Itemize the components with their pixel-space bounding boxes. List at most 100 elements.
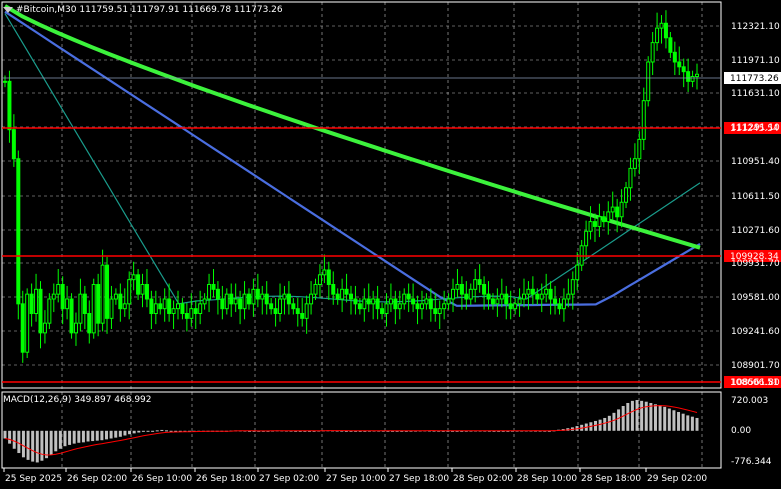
time-tick-label: 28 Sep 18:00 (581, 474, 641, 484)
candle-body (628, 167, 633, 189)
price-tick-label: 109241.60 (731, 327, 780, 337)
candle-body (113, 293, 118, 300)
candle-body (96, 283, 101, 324)
macd-label: MACD(12,26,9) 349.897 468.992 (3, 395, 152, 405)
candle-body (118, 293, 123, 310)
macd-bar (12, 430, 16, 449)
candle-body (553, 298, 558, 305)
candle-body (437, 308, 442, 315)
macd-bar (3, 430, 7, 439)
candle-body (193, 308, 198, 315)
candle-body (668, 37, 673, 53)
macd-bar (626, 402, 630, 431)
time-tick-label: 28 Sep 02:00 (453, 474, 513, 484)
candle-body (242, 293, 247, 310)
candle-body (632, 158, 637, 169)
macd-bar (146, 430, 150, 432)
candle-body (211, 283, 216, 290)
macd-bar (658, 405, 662, 431)
price-tick-label: 108561.80 (731, 378, 780, 388)
macd-tick-label: -776.344 (731, 457, 772, 467)
candle-body (606, 211, 611, 223)
timeframe-label: M30 (57, 5, 77, 15)
candle-body (269, 303, 274, 310)
candle-body (499, 293, 504, 300)
candle-body (535, 293, 540, 300)
candle-body (366, 298, 371, 305)
candle-body (273, 308, 278, 315)
candle-body (539, 293, 544, 300)
candle-body (25, 293, 30, 353)
candle-body (371, 298, 376, 305)
candle-body (136, 274, 141, 295)
candle-body (167, 298, 172, 315)
candle-body (402, 293, 407, 305)
time-tick-label: 26 Sep 02:00 (67, 474, 127, 484)
time-tick-label: 26 Sep 18:00 (196, 474, 256, 484)
macd-bar (151, 430, 155, 432)
macd-bar (114, 430, 118, 438)
macd-bar (635, 400, 639, 431)
macd-bar (128, 430, 132, 435)
chart-canvas[interactable]: 111245.54109928.34108606.51 112321.10111… (0, 0, 781, 489)
candle-body (295, 308, 300, 315)
chart-header: #Bitcoin, M30 111759.51 111797.91 111669.… (3, 3, 283, 17)
chart-menu-icon[interactable] (3, 7, 13, 13)
candle-body (144, 283, 149, 300)
macd-bar (160, 429, 164, 431)
candle-body (424, 298, 429, 305)
candle-body (641, 100, 646, 140)
candle-body (105, 264, 110, 319)
candle-body (7, 80, 12, 131)
candle-body (73, 322, 78, 334)
candle-body (309, 293, 314, 305)
macd-bar (31, 430, 35, 462)
candle-body (397, 303, 402, 310)
candle-body (291, 303, 296, 310)
macd-bar (109, 430, 113, 439)
macd-bar (630, 400, 634, 431)
candle-body (548, 288, 553, 300)
macd-bar (77, 430, 81, 443)
price-tick-label: 112321.10 (731, 22, 780, 32)
candle-body (158, 303, 163, 310)
macd-bar (17, 430, 21, 454)
candle-body (655, 27, 660, 44)
candle-body (51, 293, 56, 300)
symbol-label: #Bitcoin (16, 5, 55, 15)
candle-body (442, 303, 447, 310)
candle-body (464, 293, 469, 300)
time-tick-label: 27 Sep 18:00 (389, 474, 449, 484)
candle-body (637, 138, 642, 160)
candle-body (65, 298, 70, 310)
macd-bar (667, 408, 671, 431)
candle-body (202, 298, 207, 305)
macd-tick-label: 720.003 (731, 396, 768, 406)
candle-body (473, 279, 478, 290)
candle-body (300, 313, 305, 319)
macd-bar (40, 430, 44, 461)
candle-body (224, 293, 229, 310)
macd-bar (663, 406, 667, 431)
macd-bar (649, 402, 653, 431)
macd-bar (686, 415, 690, 431)
macd-bar (91, 430, 95, 442)
candle-body (286, 293, 291, 305)
price-tick-label: 110271.60 (731, 226, 780, 236)
candle-body (570, 279, 575, 295)
candle-body (29, 293, 34, 315)
macd-bar (132, 430, 136, 434)
candle-body (619, 201, 624, 218)
candle-body (357, 303, 362, 310)
macd-bar (35, 430, 39, 463)
candle-body (490, 298, 495, 305)
candle-body (419, 303, 424, 310)
candle-body (659, 22, 664, 29)
candle-body (530, 288, 535, 295)
candle-body (162, 298, 167, 310)
candle-body (322, 269, 327, 276)
candle-body (601, 216, 606, 223)
macd-bar (695, 417, 699, 431)
candle-body (38, 288, 43, 334)
macd-bar (164, 430, 168, 432)
